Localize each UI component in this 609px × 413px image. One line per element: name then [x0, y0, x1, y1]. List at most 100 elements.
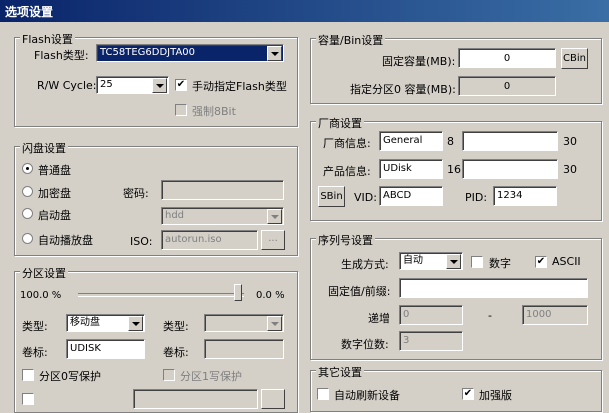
force-8bit-checkbox[interactable] [175, 104, 187, 116]
iso-label: ISO: [130, 235, 153, 248]
chevron-down-icon[interactable] [267, 316, 282, 331]
chevron-down-icon[interactable] [446, 254, 461, 269]
flash-type-value: TC58TEG6DDJTA00 [100, 47, 196, 58]
partition1-volume-field[interactable] [204, 339, 284, 359]
serial-group-title: 序列号设置 [316, 232, 375, 248]
prefix-field[interactable] [399, 278, 588, 298]
gen-mode-value: 自动 [403, 255, 423, 266]
checkmark-icon: ✔ [176, 79, 186, 90]
partition1-write-protect-checkbox[interactable] [163, 369, 175, 381]
product-info-extra-field[interactable] [462, 159, 558, 179]
auto-refresh-checkbox[interactable] [317, 388, 329, 400]
partition-ratio-right: 0.0 % [256, 290, 285, 301]
product-info-max: 30 [563, 163, 577, 176]
partition-group-title: 分区设置 [20, 265, 68, 281]
boot-type-value: hdd [165, 210, 185, 221]
vid-field[interactable]: ABCD [379, 186, 443, 206]
digit-label: 数字 [489, 257, 511, 270]
chevron-down-icon[interactable] [267, 46, 282, 61]
manual-flash-label: 手动指定Flash类型 [192, 80, 287, 93]
partition-extra-button[interactable] [261, 389, 285, 409]
vendor-info-extra-field[interactable] [462, 131, 558, 151]
partition0-type-select[interactable]: 移动盘 [66, 314, 145, 332]
pid-field[interactable]: 1234 [493, 186, 557, 206]
normal-disk-radio[interactable] [22, 163, 33, 174]
product-info-length: 16 [447, 163, 461, 176]
enhanced-checkbox[interactable]: ✔ [462, 388, 474, 400]
slider-track [78, 293, 244, 297]
checkmark-icon: ✔ [536, 256, 546, 267]
product-info-field[interactable]: UDisk [379, 159, 443, 179]
vendor-info-field[interactable]: General [379, 131, 443, 151]
fixed-capacity-label: 固定容量(MB): [382, 55, 456, 68]
partition1-volume-label: 卷标: [163, 346, 189, 359]
other-group-title: 其它设置 [316, 364, 364, 380]
increment-label: 递增 [368, 312, 390, 325]
partition-ratio-slider[interactable] [78, 284, 246, 304]
rw-cycle-label: R/W Cycle: [37, 79, 97, 92]
vendor-info-label: 厂商信息: [323, 137, 371, 150]
partition-extra-field[interactable] [133, 389, 258, 409]
auto-refresh-label: 自动刷新设备 [334, 389, 400, 402]
manual-flash-checkbox[interactable]: ✔ [175, 79, 187, 91]
iso-browse-button[interactable]: ... [261, 230, 285, 250]
force-8bit-label: 强制8Bit [192, 105, 236, 118]
partition0-capacity-label: 指定分区0 容量(MB): [350, 83, 456, 96]
gen-mode-label: 生成方式: [341, 258, 389, 271]
cbin-button[interactable]: CBin [561, 48, 588, 69]
chevron-down-icon[interactable] [152, 78, 167, 93]
chevron-down-icon[interactable] [128, 316, 143, 331]
partition0-write-protect-checkbox[interactable] [22, 369, 34, 381]
vendor-info-length: 8 [447, 135, 454, 148]
partition-ratio-left: 100.0 % [20, 290, 62, 301]
window-title: 选项设置 [5, 5, 54, 19]
partition1-write-protect-label: 分区1写保护 [180, 370, 242, 383]
fixed-capacity-field[interactable]: 0 [458, 48, 556, 68]
digit-count-label: 数字位数: [341, 338, 389, 351]
increment-to-field[interactable]: 1000 [522, 305, 588, 325]
flash-group-title: Flash设置 [20, 31, 75, 47]
digit-checkbox[interactable] [471, 256, 483, 268]
increment-dash: - [488, 309, 492, 322]
encrypted-disk-label: 加密盘 [38, 187, 71, 200]
chevron-down-icon[interactable] [267, 209, 282, 224]
pid-label: PID: [465, 191, 488, 204]
flash-type-label: Flash类型: [34, 49, 89, 62]
autoplay-disk-radio[interactable] [22, 233, 33, 244]
encrypted-disk-radio[interactable] [22, 186, 33, 197]
boot-type-select[interactable]: hdd [161, 207, 284, 225]
vendor-group-title: 厂商设置 [316, 115, 364, 131]
sbin-button[interactable]: SBin [318, 186, 345, 207]
checkmark-icon: ✔ [463, 388, 473, 399]
product-info-label: 产品信息: [323, 165, 371, 178]
password-field[interactable] [161, 180, 284, 200]
partition0-type-label: 类型: [22, 320, 48, 333]
partition0-write-protect-label: 分区0写保护 [39, 370, 101, 383]
partition0-type-value: 移动盘 [70, 317, 100, 328]
title-bar[interactable] [0, 0, 609, 22]
enhanced-label: 加强版 [479, 389, 512, 402]
autoplay-disk-label: 自动播放盘 [38, 234, 93, 247]
boot-disk-label: 启动盘 [38, 209, 71, 222]
partition1-type-select[interactable] [204, 314, 284, 332]
partition1-type-label: 类型: [163, 320, 189, 333]
partition0-capacity-field[interactable]: 0 [458, 76, 556, 96]
vendor-info-max: 30 [563, 135, 577, 148]
vid-label: VID: [354, 191, 377, 204]
increment-from-field[interactable]: 0 [399, 305, 463, 325]
iso-path-field[interactable]: autorun.iso [161, 230, 258, 250]
boot-disk-radio[interactable] [22, 208, 33, 219]
flash-type-select[interactable]: TC58TEG6DDJTA00 [96, 44, 284, 62]
gen-mode-select[interactable]: 自动 [399, 252, 463, 270]
udisk-group-title: 闪盘设置 [20, 140, 68, 156]
capacity-group-title: 容量/Bin设置 [316, 32, 386, 48]
rw-cycle-select[interactable]: 25 [96, 76, 169, 94]
slider-thumb[interactable] [234, 284, 242, 301]
partition-extra-checkbox[interactable] [22, 393, 34, 405]
partition0-volume-field[interactable]: UDISK [66, 339, 145, 359]
digit-count-field[interactable]: 3 [399, 331, 463, 351]
ascii-checkbox[interactable]: ✔ [535, 256, 547, 268]
prefix-label: 固定值/前缀: [328, 285, 391, 298]
normal-disk-label: 普通盘 [38, 164, 71, 177]
ascii-label: ASCII [552, 255, 581, 268]
